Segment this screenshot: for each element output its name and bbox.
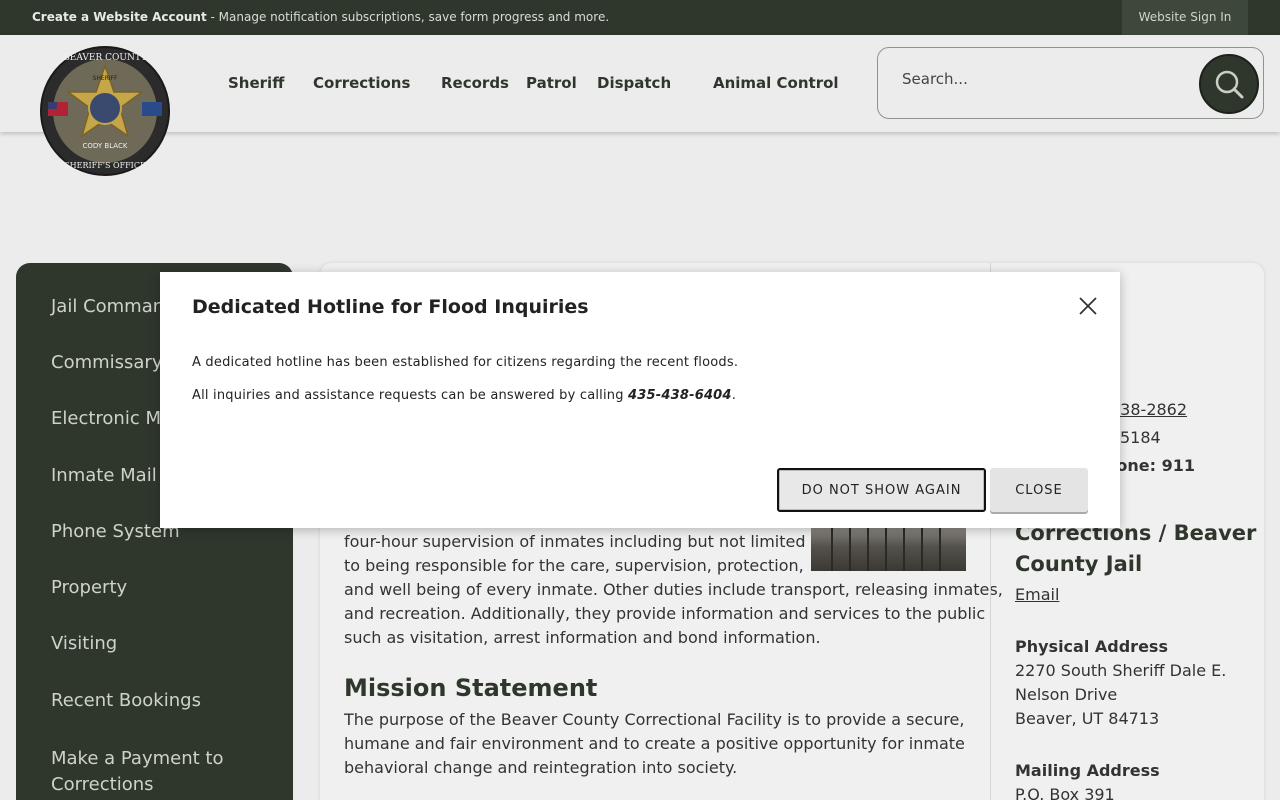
logo-name-text: CODY BLACK xyxy=(83,142,128,150)
logo-bottom-text: SHERIFF'S OFFICE xyxy=(64,161,146,170)
close-icon[interactable] xyxy=(1076,294,1100,318)
dialog-title: Dedicated Hotline for Flood Inquiries xyxy=(192,296,589,318)
logo-middle-text: SHERIFF xyxy=(93,75,119,82)
close-button[interactable]: CLOSE xyxy=(990,468,1088,512)
do-not-show-again-button[interactable]: DO NOT SHOW AGAIN xyxy=(777,468,986,512)
dialog-message-line1: A dedicated hotline has been established… xyxy=(192,355,739,370)
flood-hotline-dialog: Dedicated Hotline for Flood Inquiries A … xyxy=(160,272,1120,528)
dialog-message-prefix: All inquiries and assistance requests ca… xyxy=(192,388,629,403)
sheriff-badge-logo[interactable]: BEAVER COUNTY SHERIFF CODY BLACK SHERIFF… xyxy=(38,44,172,178)
dialog-message-suffix: . xyxy=(731,388,737,403)
modal-overlay: Dedicated Hotline for Flood Inquiries A … xyxy=(0,0,1280,800)
hotline-phone-number: 435-438-6404 xyxy=(628,388,732,403)
logo-top-text: BEAVER COUNTY xyxy=(63,53,148,63)
dialog-message-line2: All inquiries and assistance requests ca… xyxy=(192,388,736,403)
